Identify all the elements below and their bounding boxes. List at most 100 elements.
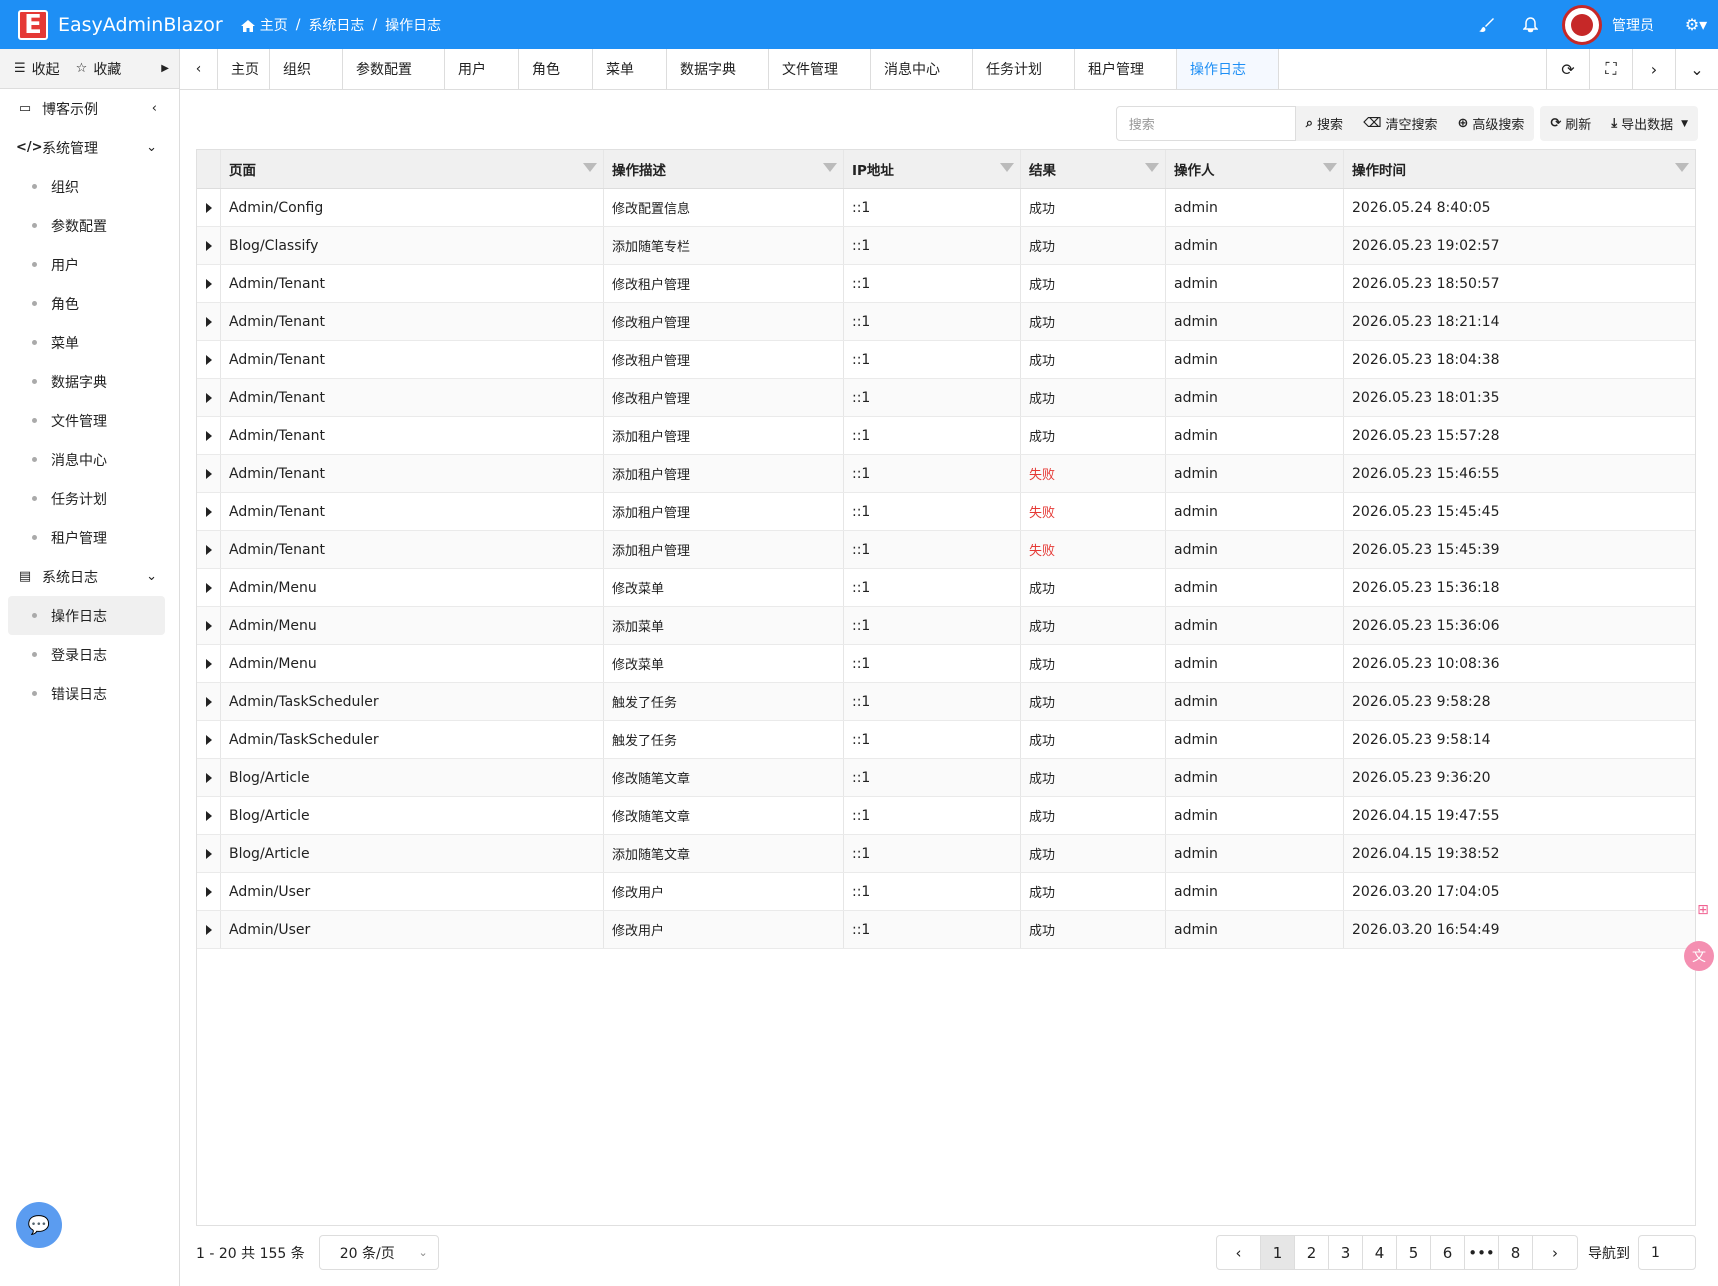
sidebar-item-menus[interactable]: 菜单: [8, 323, 165, 362]
sidebar-item-messages[interactable]: 消息中心: [8, 440, 165, 479]
bell-icon[interactable]: [1508, 0, 1552, 49]
column-header-operator[interactable]: 操作人: [1166, 150, 1344, 188]
menu-group-blog[interactable]: ▭ 博客示例 ‹: [0, 89, 179, 128]
menu-group-system-log[interactable]: ▤ 系统日志 ⌄: [0, 557, 179, 596]
tab-messages[interactable]: 消息中心: [871, 49, 973, 89]
row-expand-icon[interactable]: [197, 189, 221, 226]
row-expand-icon[interactable]: [197, 531, 221, 568]
search-input[interactable]: 搜索: [1115, 106, 1296, 141]
sidebar-item-params[interactable]: 参数配置: [8, 206, 165, 245]
sidebar-item-operation-log[interactable]: 操作日志: [8, 596, 165, 635]
row-expand-icon[interactable]: [197, 721, 221, 758]
table-row[interactable]: Admin/Config 修改配置信息::1 成功 admin 2026.05.24 8…: [197, 189, 1695, 227]
tab-tenants[interactable]: 租户管理: [1075, 49, 1177, 89]
translate-icon[interactable]: 文: [1684, 941, 1714, 971]
caret-right-icon[interactable]: ▶: [161, 63, 169, 74]
menu-group-system-admin[interactable]: </> 系统管理 ⌄: [0, 128, 179, 167]
tab-scroll-left-button[interactable]: ‹: [180, 49, 218, 89]
tab-tasks[interactable]: 任务计划: [973, 49, 1075, 89]
app-title[interactable]: EasyAdminBlazor: [58, 14, 223, 36]
table-row[interactable]: Admin/Tenant 添加租户管理::1 失败 admin 2026.05.23 1…: [197, 493, 1695, 531]
clear-search-button[interactable]: ⌫ 清空搜索: [1353, 106, 1447, 141]
gear-icon[interactable]: ⚙▾: [1674, 0, 1718, 49]
search-button[interactable]: ⌕ 搜索: [1296, 106, 1353, 141]
fullscreen-icon[interactable]: ⛶: [1589, 49, 1632, 89]
row-expand-icon[interactable]: [197, 645, 221, 682]
table-row[interactable]: Blog/Article 添加随笔文章::1 成功 admin 2026.04.15 1…: [197, 835, 1695, 873]
table-row[interactable]: Admin/Menu 修改菜单::1 成功 admin 2026.05.23 15:36…: [197, 569, 1695, 607]
tab-menu-chevron-down-icon[interactable]: ⌄: [1675, 49, 1718, 89]
avatar[interactable]: [1562, 4, 1602, 45]
sidebar-item-tenants[interactable]: 租户管理: [8, 518, 165, 557]
filter-icon[interactable]: [1000, 163, 1014, 172]
tab-home[interactable]: 主页: [218, 49, 270, 89]
page-button[interactable]: 5: [1397, 1235, 1431, 1270]
filter-icon[interactable]: [823, 163, 837, 172]
refresh-button[interactable]: ⟳ 刷新: [1540, 106, 1601, 141]
advanced-search-button[interactable]: ⊕ 高级搜索: [1447, 106, 1534, 141]
row-expand-icon[interactable]: [197, 265, 221, 302]
table-row[interactable]: Admin/Tenant 修改租户管理::1 成功 admin 2026.05.23 1…: [197, 379, 1695, 417]
table-row[interactable]: Admin/Tenant 添加租户管理::1 成功 admin 2026.05.23 1…: [197, 417, 1695, 455]
app-logo[interactable]: E: [18, 9, 48, 40]
table-row[interactable]: Blog/Article 修改随笔文章::1 成功 admin 2026.05.23 9…: [197, 759, 1695, 797]
row-expand-icon[interactable]: [197, 569, 221, 606]
column-header-page[interactable]: 页面: [221, 150, 604, 188]
column-header-time[interactable]: 操作时间: [1344, 150, 1695, 188]
sidebar-item-dictionary[interactable]: 数据字典: [8, 362, 165, 401]
user-name[interactable]: 管理员: [1612, 15, 1654, 35]
reload-icon[interactable]: ⟳: [1546, 49, 1589, 89]
filter-icon[interactable]: [1323, 163, 1337, 172]
table-row[interactable]: Admin/Tenant 修改租户管理::1 成功 admin 2026.05.23 1…: [197, 265, 1695, 303]
row-expand-icon[interactable]: [197, 911, 221, 948]
page-button[interactable]: 6: [1431, 1235, 1465, 1270]
tab-dictionary[interactable]: 数据字典: [667, 49, 769, 89]
next-page-button[interactable]: ›: [1533, 1235, 1578, 1270]
page-button[interactable]: 8: [1499, 1235, 1533, 1270]
table-row[interactable]: Admin/Tenant 添加租户管理::1 失败 admin 2026.05.23 1…: [197, 531, 1695, 569]
tab-scroll-right-button[interactable]: ›: [1632, 49, 1675, 89]
chat-icon[interactable]: 💬: [16, 1202, 62, 1248]
table-row[interactable]: Admin/Menu 添加菜单::1 成功 admin 2026.05.23 15:36…: [197, 607, 1695, 645]
row-expand-icon[interactable]: [197, 873, 221, 910]
filter-icon[interactable]: [583, 163, 597, 172]
row-expand-icon[interactable]: [197, 455, 221, 492]
tab-files[interactable]: 文件管理: [769, 49, 871, 89]
row-expand-icon[interactable]: [197, 683, 221, 720]
sidebar-item-org[interactable]: 组织: [8, 167, 165, 206]
row-expand-icon[interactable]: [197, 227, 221, 264]
row-expand-icon[interactable]: [197, 341, 221, 378]
table-row[interactable]: Admin/TaskScheduler 触发了任务::1 成功 admin 2026.0…: [197, 721, 1695, 759]
column-header-description[interactable]: 操作描述: [604, 150, 844, 188]
tab-params[interactable]: 参数配置: [343, 49, 445, 89]
table-row[interactable]: Admin/Tenant 添加租户管理::1 失败 admin 2026.05.23 1…: [197, 455, 1695, 493]
row-expand-icon[interactable]: [197, 607, 221, 644]
column-header-result[interactable]: 结果: [1021, 150, 1166, 188]
collapse-button[interactable]: ☰ 收起: [0, 49, 60, 89]
table-row[interactable]: Admin/TaskScheduler 触发了任务::1 成功 admin 2026.0…: [197, 683, 1695, 721]
page-button[interactable]: 1: [1261, 1235, 1295, 1270]
tab-menus[interactable]: 菜单: [593, 49, 667, 89]
favorites-button[interactable]: ☆ 收藏: [60, 49, 122, 89]
sidebar-item-roles[interactable]: 角色: [8, 284, 165, 323]
row-expand-icon[interactable]: [197, 759, 221, 796]
row-expand-icon[interactable]: [197, 835, 221, 872]
page-button[interactable]: 4: [1363, 1235, 1397, 1270]
page-size-select[interactable]: 20 条/页 ⌄: [318, 1235, 439, 1270]
column-header-ip[interactable]: IP地址: [844, 150, 1021, 188]
tab-users[interactable]: 用户: [445, 49, 519, 89]
filter-icon[interactable]: [1675, 163, 1689, 172]
breadcrumb-system-log[interactable]: 系统日志: [308, 15, 364, 35]
table-row[interactable]: Blog/Article 修改随笔文章::1 成功 admin 2026.04.15 1…: [197, 797, 1695, 835]
goto-page-input[interactable]: 1: [1638, 1235, 1696, 1270]
widget-icon[interactable]: ⊞: [1688, 895, 1718, 925]
row-expand-icon[interactable]: [197, 417, 221, 454]
table-row[interactable]: Admin/Menu 修改菜单::1 成功 admin 2026.05.23 10:08…: [197, 645, 1695, 683]
tab-org[interactable]: 组织: [270, 49, 343, 89]
table-row[interactable]: Blog/Classify 添加随笔专栏::1 成功 admin 2026.05.23 …: [197, 227, 1695, 265]
brush-icon[interactable]: [1464, 0, 1508, 49]
row-expand-icon[interactable]: [197, 303, 221, 340]
filter-icon[interactable]: [1145, 163, 1159, 172]
sidebar-item-login-log[interactable]: 登录日志: [8, 635, 165, 674]
row-expand-icon[interactable]: [197, 379, 221, 416]
